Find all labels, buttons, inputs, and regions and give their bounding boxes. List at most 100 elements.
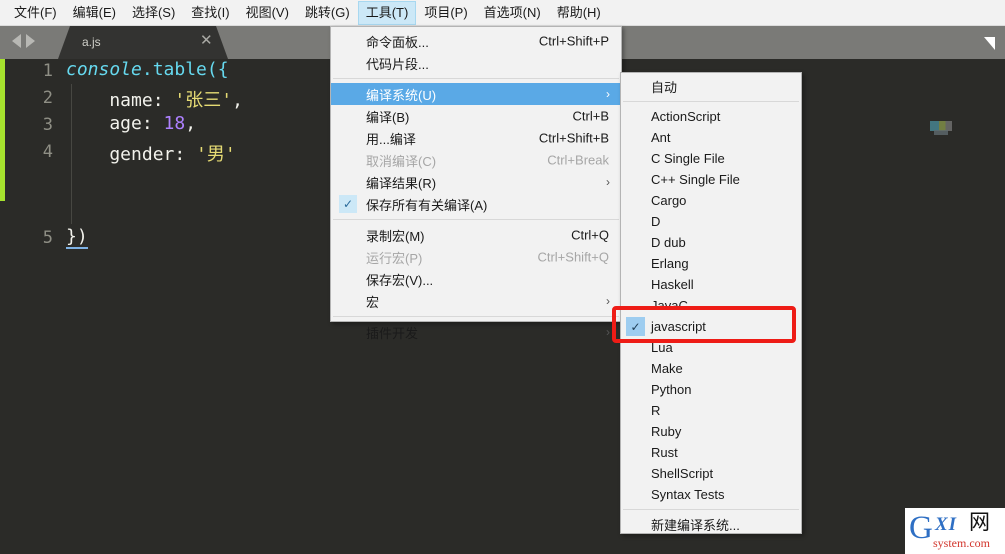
menu-item-playback-macro: 运行宏(P) Ctrl+Shift+Q — [331, 246, 621, 268]
code-line-1: console.table({ — [66, 59, 229, 80]
minimap-thumbnail-row — [934, 130, 948, 135]
menu-bar: 文件(F) 编辑(E) 选择(S) 查找(I) 视图(V) 跳转(G) 工具(T… — [0, 0, 1005, 26]
menu-item-label: 命令面板... — [366, 34, 429, 50]
menubar-item-goto[interactable]: 跳转(G) — [297, 1, 358, 25]
submenu-item-shellscript[interactable]: ShellScript — [621, 463, 801, 484]
submenu-item-label: ActionScript — [651, 109, 721, 124]
menu-item-label: 取消编译(C) — [366, 153, 437, 169]
submenu-item-d[interactable]: D — [621, 211, 801, 232]
menu-item-command-palette[interactable]: 命令面板... Ctrl+Shift+P — [331, 30, 621, 52]
line-number: 1 — [42, 61, 53, 81]
menu-item-shortcut: Ctrl+Q — [571, 227, 609, 243]
menu-separator — [333, 316, 619, 317]
chevron-right-icon: › — [606, 175, 610, 189]
menu-item-label: 编译系统(U) — [366, 87, 437, 103]
menu-item-macros[interactable]: 宏 › — [331, 290, 621, 312]
line-number: 3 — [42, 115, 53, 135]
menu-item-label: 编译(B) — [366, 109, 410, 125]
submenu-item-label: Syntax Tests — [651, 487, 725, 502]
check-icon: ✓ — [339, 195, 357, 213]
chevron-down-icon[interactable] — [984, 37, 995, 50]
menu-separator — [333, 219, 619, 220]
code-line-4: gender: '男' — [66, 140, 235, 166]
menu-item-save-all-on-build[interactable]: ✓ 保存所有有关编译(A) — [331, 193, 621, 215]
submenu-item-label: ShellScript — [651, 466, 714, 481]
submenu-item-label: Lua — [651, 340, 673, 355]
tab-label: a.js — [82, 35, 101, 49]
submenu-item-label: 自动 — [651, 80, 678, 95]
menubar-item-help[interactable]: 帮助(H) — [549, 1, 609, 25]
menu-item-shortcut: Ctrl+Break — [547, 152, 609, 168]
menu-item-build-system[interactable]: 编译系统(U) › — [331, 83, 621, 105]
menu-item-label: 用...编译 — [366, 131, 416, 147]
menu-item-build-results[interactable]: 编译结果(R) › — [331, 171, 621, 193]
token-comma: , — [185, 113, 197, 134]
watermark-logo: G XI 网 system.com — [905, 508, 1005, 554]
menu-item-build[interactable]: 编译(B) Ctrl+B — [331, 105, 621, 127]
menubar-item-tools[interactable]: 工具(T) — [357, 0, 417, 25]
submenu-item-cargo[interactable]: Cargo — [621, 190, 801, 211]
chevron-right-icon[interactable] — [26, 34, 35, 48]
submenu-item-auto[interactable]: 自动 — [621, 76, 801, 97]
menu-item-shortcut: Ctrl+Shift+P — [538, 33, 609, 49]
menubar-item-edit[interactable]: 编辑(E) — [65, 1, 124, 25]
menu-item-save-macro[interactable]: 保存宏(V)... — [331, 268, 621, 290]
submenu-item-rust[interactable]: Rust — [621, 442, 801, 463]
menu-item-record-macro[interactable]: 录制宏(M) Ctrl+Q — [331, 224, 621, 246]
chevron-left-icon[interactable] — [12, 34, 21, 48]
submenu-item-javac[interactable]: JavaC — [621, 295, 801, 316]
submenu-item-new-build-system[interactable]: 新建编译系统... — [621, 514, 801, 535]
menu-item-label: 代码片段... — [366, 56, 429, 72]
tab-nav-arrows[interactable] — [12, 34, 35, 48]
submenu-item-label: Haskell — [651, 277, 694, 292]
menu-item-build-with[interactable]: 用...编译 Ctrl+Shift+B — [331, 127, 621, 149]
submenu-item-label: C Single File — [651, 151, 725, 166]
menu-item-snippets[interactable]: 代码片段... — [331, 52, 621, 74]
submenu-item-lua[interactable]: Lua — [621, 337, 801, 358]
menu-item-label: 编译结果(R) — [366, 175, 437, 191]
submenu-item-actionscript[interactable]: ActionScript — [621, 106, 801, 127]
menu-item-label: 保存宏(V)... — [366, 272, 434, 288]
submenu-item-javascript[interactable]: ✓ javascript — [621, 316, 801, 337]
submenu-item-label: Ruby — [651, 424, 682, 439]
submenu-item-haskell[interactable]: Haskell — [621, 274, 801, 295]
submenu-item-label: Make — [651, 361, 683, 376]
menubar-item-view[interactable]: 视图(V) — [238, 1, 297, 25]
submenu-item-d-dub[interactable]: D dub — [621, 232, 801, 253]
menu-item-cancel-build: 取消编译(C) Ctrl+Break — [331, 149, 621, 171]
submenu-item-ant[interactable]: Ant — [621, 127, 801, 148]
submenu-item-label: Erlang — [651, 256, 689, 271]
menu-item-developer[interactable]: 插件开发 › — [331, 321, 621, 343]
watermark-g: G — [909, 510, 933, 546]
menu-item-label: 插件开发 — [366, 325, 419, 341]
chevron-right-icon: › — [606, 294, 610, 308]
token-comma: , — [232, 90, 243, 111]
submenu-item-syntax-tests[interactable]: Syntax Tests — [621, 484, 801, 505]
build-system-submenu: 自动 ActionScript Ant C Single File C++ Si… — [620, 72, 802, 534]
chevron-right-icon: › — [606, 87, 610, 101]
line-number-gutter: 1 2 3 4 5 — [5, 59, 65, 554]
submenu-item-python[interactable]: Python — [621, 379, 801, 400]
submenu-item-erlang[interactable]: Erlang — [621, 253, 801, 274]
submenu-item-cpp-single-file[interactable]: C++ Single File — [621, 169, 801, 190]
menu-item-label: 运行宏(P) — [366, 250, 423, 266]
submenu-item-c-single-file[interactable]: C Single File — [621, 148, 801, 169]
menu-separator — [623, 509, 799, 510]
submenu-item-make[interactable]: Make — [621, 358, 801, 379]
menubar-item-find[interactable]: 查找(I) — [183, 1, 237, 25]
submenu-item-ruby[interactable]: Ruby — [621, 421, 801, 442]
menubar-item-project[interactable]: 项目(P) — [416, 1, 475, 25]
menu-separator — [333, 78, 619, 79]
token-gender-key: gender: — [66, 144, 197, 165]
code-line-3: age: 18, — [66, 113, 196, 134]
editor-tab-ajs[interactable]: a.js ✕ — [58, 26, 228, 59]
submenu-item-r[interactable]: R — [621, 400, 801, 421]
menubar-item-selection[interactable]: 选择(S) — [124, 1, 183, 25]
token-close-brace: }) — [66, 226, 88, 249]
menubar-item-file[interactable]: 文件(F) — [6, 1, 65, 25]
chevron-right-icon: › — [606, 325, 610, 339]
menubar-item-preferences[interactable]: 首选项(N) — [476, 1, 549, 25]
watermark-domain: system.com — [933, 536, 990, 550]
close-icon[interactable]: ✕ — [200, 33, 213, 48]
watermark-cn: 网 — [969, 511, 990, 534]
